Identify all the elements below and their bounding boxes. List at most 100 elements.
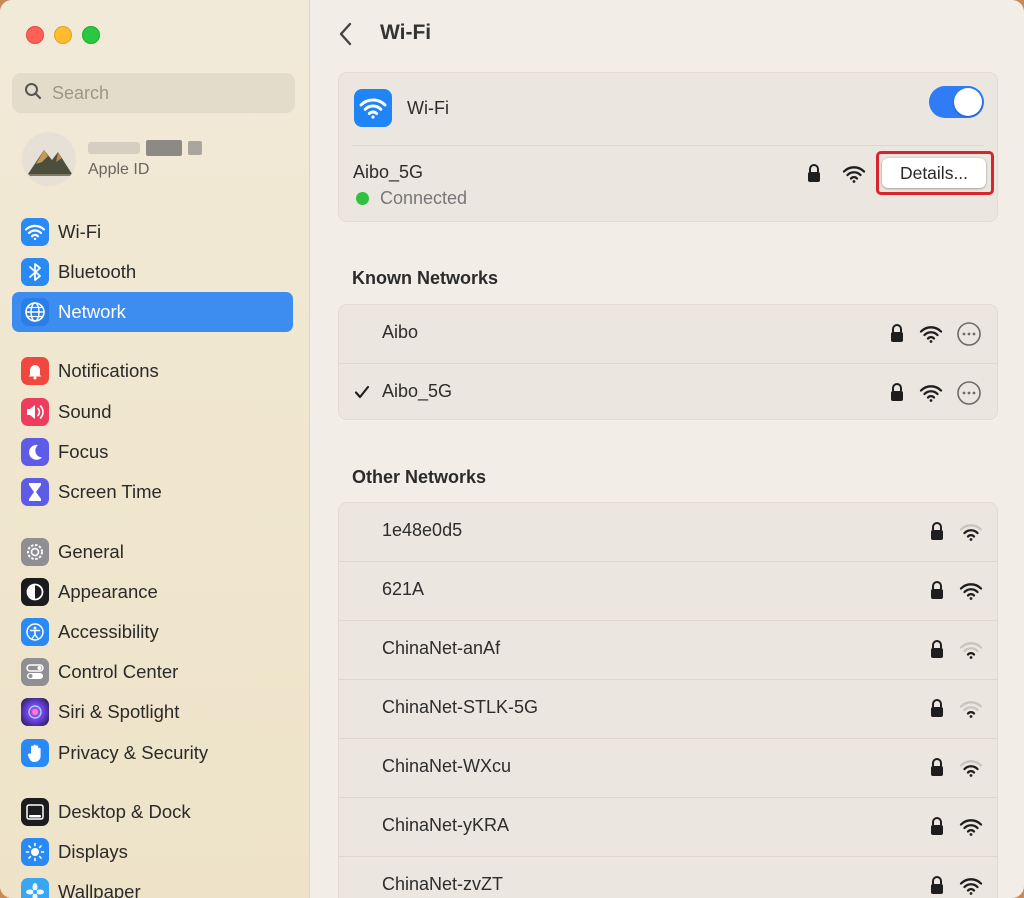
connected-status-dot [356, 192, 369, 205]
network-name: ChinaNet-yKRA [382, 815, 510, 835]
lock-icon [806, 163, 822, 188]
sidebar-item-wallpaper[interactable]: Wallpaper [12, 872, 293, 898]
apple-id-profile[interactable]: Apple ID [22, 132, 202, 186]
sidebar-item-screen-time[interactable]: Screen Time [12, 472, 293, 512]
sidebar-item-label: Privacy & Security [58, 742, 209, 763]
sidebar-item-control-center[interactable]: Control Center [12, 652, 293, 692]
network-name: ChinaNet-anAf [382, 638, 501, 658]
details-button[interactable]: Details... [882, 158, 986, 188]
network-name: 621A [382, 579, 425, 599]
apple-id-label: Apple ID [88, 161, 150, 178]
known-network-row[interactable]: Aibo_5G [338, 363, 998, 422]
wifi-signal-icon [919, 325, 943, 348]
page-title: Wi-Fi [380, 21, 432, 44]
lock-icon [929, 580, 945, 605]
flower-icon [21, 878, 49, 898]
known-networks-heading: Known Networks [352, 268, 499, 288]
search-icon [24, 82, 42, 105]
sidebar-item-label: Appearance [58, 581, 158, 602]
sidebar-item-sound[interactable]: Sound [12, 392, 293, 432]
sidebar-item-bluetooth[interactable]: Bluetooth [12, 252, 293, 292]
lock-icon [929, 816, 945, 841]
other-network-row[interactable]: ChinaNet-WXcu [338, 738, 998, 797]
window-controls [26, 26, 100, 44]
sidebar-item-network[interactable]: Network [12, 292, 293, 332]
other-network-row[interactable]: ChinaNet-STLK-5G [338, 679, 998, 738]
lock-icon [929, 698, 945, 723]
sidebar-item-label: Control Center [58, 661, 179, 682]
sidebar-item-label: Bluetooth [58, 261, 137, 282]
accessibility-icon [21, 618, 49, 646]
wifi-signal-icon [842, 165, 866, 188]
wifi-label: Wi-Fi [407, 98, 449, 118]
wifi-signal-icon [919, 384, 943, 407]
gear-icon [21, 538, 49, 566]
siri-icon [21, 698, 49, 726]
chevron-left-icon [339, 22, 352, 46]
sidebar-item-focus[interactable]: Focus [12, 432, 293, 472]
checkmark-icon [354, 385, 370, 404]
speaker-icon [21, 398, 49, 426]
sidebar-item-general[interactable]: General [12, 532, 293, 572]
search-field[interactable] [12, 73, 295, 113]
sidebar-item-label: Sound [58, 401, 112, 422]
search-input[interactable] [52, 82, 272, 104]
sidebar-item-label: Network [58, 301, 126, 322]
lock-icon [929, 639, 945, 664]
sidebar-item-desktop-dock[interactable]: Desktop & Dock [12, 792, 293, 832]
sidebar-item-appearance[interactable]: Appearance [12, 572, 293, 612]
other-network-row[interactable]: ChinaNet-zvZT [338, 856, 998, 898]
network-name: Aibo [382, 322, 419, 342]
sidebar-item-label: Accessibility [58, 621, 159, 642]
wifi-signal-icon [959, 700, 983, 723]
other-network-row[interactable]: 621A [338, 561, 998, 620]
toggles-icon [21, 658, 49, 686]
sidebar-item-siri-spotlight[interactable]: Siri & Spotlight [12, 692, 293, 732]
wifi-signal-icon [959, 523, 983, 546]
sidebar-item-accessibility[interactable]: Accessibility [12, 612, 293, 652]
lock-icon [929, 757, 945, 782]
more-options-icon[interactable] [956, 321, 982, 352]
dock-icon [21, 798, 49, 826]
sidebar-item-notifications[interactable]: Notifications [12, 351, 293, 391]
more-options-icon[interactable] [956, 380, 982, 411]
appearance-icon [21, 578, 49, 606]
sidebar-item-label: Screen Time [58, 481, 162, 502]
bluetooth-icon [21, 258, 49, 286]
sidebar: Apple ID Wi-Fi Bluetooth Network [0, 0, 310, 898]
other-network-row[interactable]: 1e48e0d5 [338, 502, 998, 561]
sidebar-item-displays[interactable]: Displays [12, 832, 293, 872]
sun-icon [21, 838, 49, 866]
lock-icon [889, 323, 905, 348]
system-settings-window: Apple ID Wi-Fi Bluetooth Network [0, 0, 1024, 898]
sidebar-item-privacy-security[interactable]: Privacy & Security [12, 733, 293, 773]
sidebar-item-label: Notifications [58, 360, 159, 381]
close-button[interactable] [26, 26, 44, 44]
sidebar-item-label: Focus [58, 441, 109, 462]
sidebar-item-label: Displays [58, 841, 128, 862]
sidebar-item-label: Wallpaper [58, 881, 141, 898]
avatar [22, 132, 76, 186]
globe-icon [21, 298, 49, 326]
lock-icon [929, 875, 945, 898]
back-button[interactable] [337, 20, 355, 53]
other-network-row[interactable]: ChinaNet-anAf [338, 620, 998, 679]
sidebar-item-label: Desktop & Dock [58, 801, 191, 822]
bell-icon [21, 357, 49, 385]
lock-icon [929, 521, 945, 546]
wifi-toggle[interactable] [929, 86, 984, 118]
hand-icon [21, 739, 49, 767]
other-network-row[interactable]: ChinaNet-yKRA [338, 797, 998, 856]
minimize-button[interactable] [54, 26, 72, 44]
known-network-row[interactable]: Aibo [338, 304, 998, 363]
wifi-signal-icon [959, 759, 983, 782]
zoom-button[interactable] [82, 26, 100, 44]
current-network-name: Aibo_5G [353, 162, 424, 182]
divider [352, 145, 984, 146]
sidebar-item-wifi[interactable]: Wi-Fi [12, 212, 293, 252]
network-name: ChinaNet-STLK-5G [382, 697, 539, 717]
hourglass-icon [21, 478, 49, 506]
wifi-signal-icon [959, 641, 983, 664]
network-name: ChinaNet-zvZT [382, 874, 504, 894]
moon-icon [21, 438, 49, 466]
